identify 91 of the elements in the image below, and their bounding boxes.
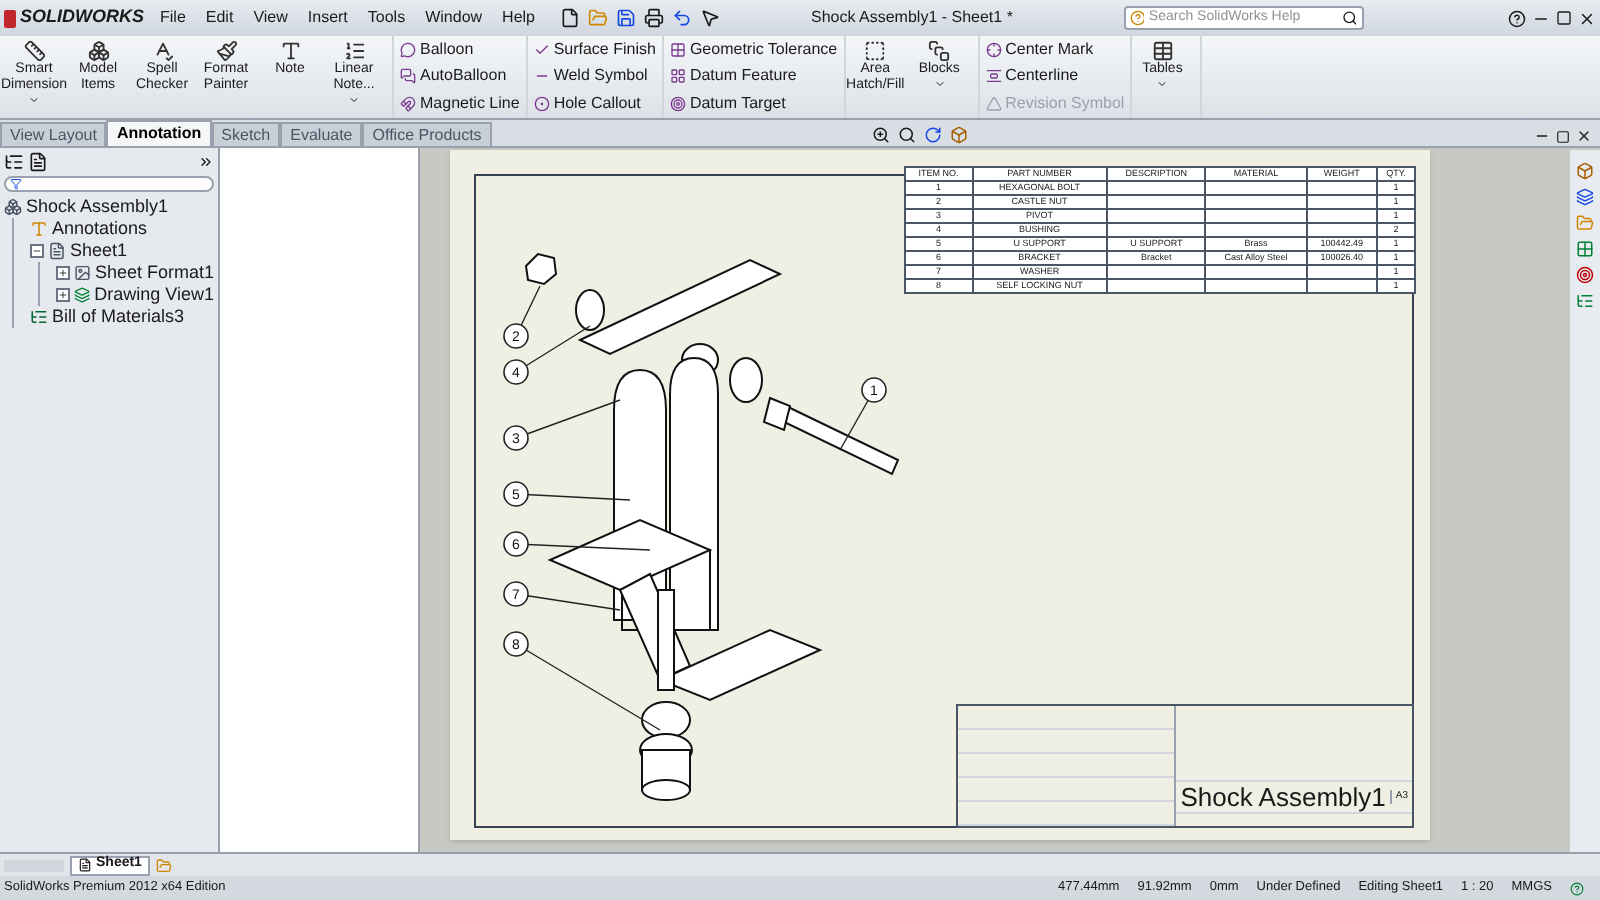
help-icon[interactable] — [1508, 9, 1526, 27]
home-icon[interactable] — [1576, 162, 1594, 180]
rotate-icon[interactable] — [923, 126, 942, 144]
library-icon[interactable] — [1576, 188, 1594, 206]
close-icon[interactable] — [1578, 9, 1596, 27]
ribbon-button[interactable]: Hole Callout — [533, 92, 656, 117]
check-icon — [533, 41, 550, 58]
properties-icon[interactable] — [1576, 292, 1594, 310]
tab[interactable]: Sketch — [211, 122, 281, 146]
filter-field[interactable] — [4, 176, 214, 192]
sheet-icon — [48, 242, 66, 260]
tree-tab-icon[interactable] — [4, 152, 24, 172]
nut-stack — [639, 701, 693, 801]
menu-item[interactable]: View — [249, 6, 292, 30]
assembly-icon — [4, 198, 22, 216]
tab[interactable]: Annotation — [106, 120, 212, 146]
view-icon — [74, 286, 91, 304]
ribbon-button[interactable]: Weld Symbol — [533, 64, 656, 89]
close-icon[interactable] — [1576, 128, 1592, 144]
printer-icon[interactable] — [643, 8, 663, 28]
menu-item[interactable]: Tools — [363, 6, 410, 30]
hole-icon — [533, 96, 550, 113]
tree-item[interactable]: Bill of Materials3 — [52, 308, 185, 326]
drawing-title: Shock Assembly1 — [1178, 782, 1388, 812]
ribbon-button[interactable]: Center Mark — [985, 37, 1125, 62]
undo-icon[interactable] — [671, 8, 691, 28]
format-icon — [74, 264, 91, 282]
save-icon[interactable] — [615, 8, 635, 28]
table-icon — [1151, 40, 1174, 62]
list-icon — [343, 40, 365, 62]
balloon-icon — [400, 41, 416, 58]
expand-icon[interactable] — [56, 266, 70, 280]
letter-icon — [279, 40, 301, 62]
menu-item[interactable]: Window — [421, 6, 487, 30]
ribbon-button[interactable]: Datum Feature — [669, 64, 838, 89]
ribbon-button[interactable]: Centerline — [985, 64, 1125, 89]
ribbon-button[interactable]: Datum Target — [669, 92, 838, 117]
palette-icon[interactable] — [1576, 240, 1594, 258]
cubes-icon — [87, 40, 109, 62]
pointer-icon[interactable] — [699, 8, 719, 28]
hex-nut — [524, 252, 558, 286]
balloons-icon — [400, 68, 416, 85]
tab[interactable]: View Layout — [0, 122, 107, 146]
expand-icon[interactable] — [56, 288, 70, 302]
logo-icon — [4, 9, 16, 27]
annotation-icon — [30, 220, 48, 238]
datum-icon — [669, 68, 686, 85]
sheet-icon — [78, 858, 92, 872]
paintbrush-icon — [215, 40, 237, 62]
crosshair-icon — [985, 41, 1002, 58]
cube-icon[interactable] — [949, 126, 968, 144]
tree-item[interactable]: Sheet1 — [70, 242, 128, 260]
new-file-icon[interactable] — [559, 8, 579, 28]
restore-icon[interactable] — [1556, 10, 1572, 26]
magnet-icon — [400, 96, 416, 113]
search-icon — [1341, 10, 1357, 26]
property-tab-icon[interactable] — [28, 152, 48, 172]
menu-item[interactable]: Edit — [201, 6, 238, 30]
restore-icon[interactable] — [1556, 129, 1570, 143]
centerline-icon — [985, 68, 1002, 85]
zoom-icon[interactable] — [871, 126, 890, 144]
spellcheck-icon — [151, 40, 173, 62]
tab[interactable]: Evaluate — [280, 122, 363, 146]
collapse-icon[interactable] — [30, 244, 44, 258]
ruler-icon — [23, 40, 45, 62]
ribbon-button[interactable]: AutoBalloon — [400, 64, 520, 89]
menu-item[interactable]: File — [156, 6, 190, 30]
window-title: Shock Assembly1 - Sheet1 * — [811, 6, 1015, 30]
expand-panel-icon[interactable] — [198, 154, 214, 170]
target-icon — [669, 96, 686, 113]
search-icon[interactable] — [897, 126, 916, 144]
table-icon — [30, 308, 48, 326]
menu-item[interactable]: Help — [498, 6, 539, 30]
menu-item[interactable]: Insert — [303, 6, 352, 30]
tree-item[interactable]: Drawing View1 — [94, 286, 214, 304]
ribbon-button[interactable]: Balloon — [400, 37, 520, 62]
ribbon-button[interactable]: Surface Finish — [533, 37, 656, 62]
tab[interactable]: Office Products — [362, 122, 492, 146]
tree-item[interactable]: Annotations — [52, 220, 148, 238]
hatch-icon — [864, 40, 887, 62]
tree-item[interactable]: Sheet Format1 — [94, 264, 214, 282]
blocks-icon — [928, 40, 951, 62]
ribbon-button[interactable]: Geometric Tolerance — [669, 37, 838, 62]
tree-item[interactable]: Shock Assembly1 — [26, 198, 169, 216]
help-icon — [1129, 10, 1145, 26]
bolt — [762, 396, 900, 476]
appearance-icon[interactable] — [1576, 266, 1594, 284]
filter-icon — [10, 178, 22, 190]
triangle-icon — [985, 96, 1002, 113]
grid-icon — [669, 41, 686, 58]
ribbon-button[interactable]: Magnetic Line — [400, 92, 520, 117]
